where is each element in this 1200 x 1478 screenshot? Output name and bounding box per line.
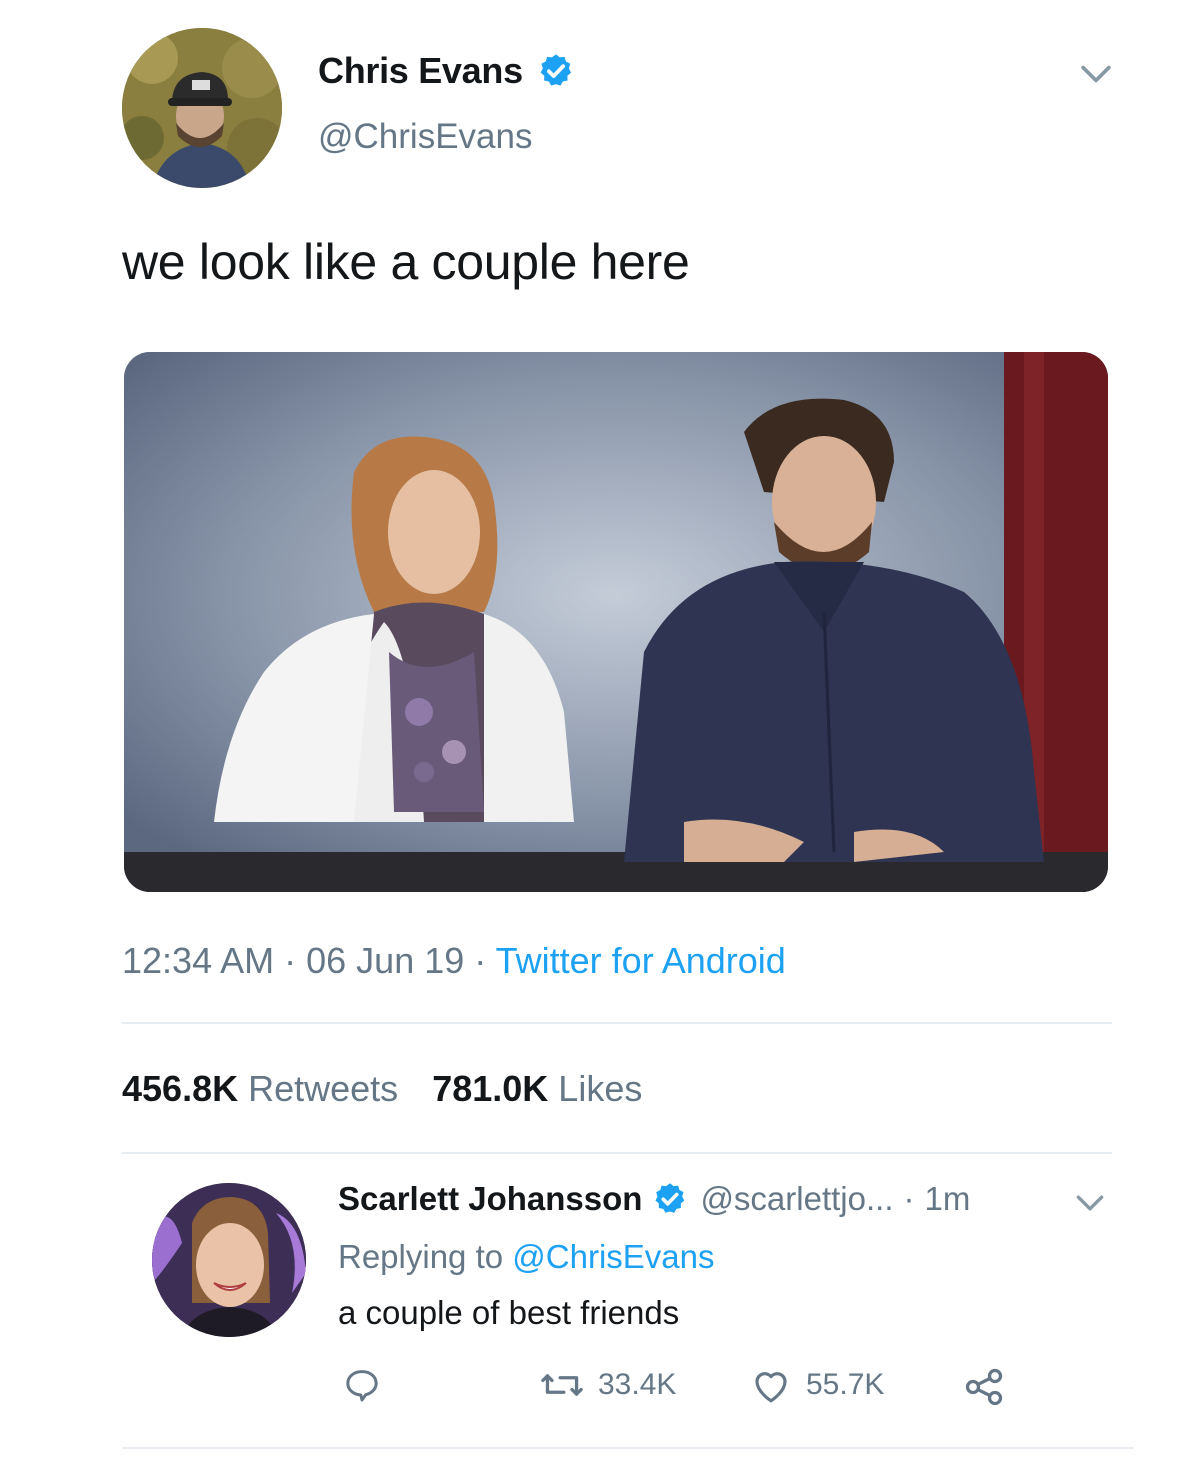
author-avatar[interactable] bbox=[122, 28, 282, 188]
retweets-stat[interactable]: 456.8K Retweets bbox=[122, 1068, 398, 1109]
reply-author-avatar[interactable] bbox=[152, 1183, 306, 1337]
tweet-date: 06 Jun 19 bbox=[306, 940, 465, 981]
verified-badge-icon bbox=[540, 54, 571, 86]
retweet-icon bbox=[541, 1374, 583, 1396]
author-display-name[interactable]: Chris Evans bbox=[318, 50, 523, 92]
tweet-text: we look like a couple here bbox=[122, 234, 690, 290]
retweet-count: 33.4K bbox=[598, 1368, 677, 1401]
reply-time[interactable]: 1m bbox=[925, 1180, 971, 1218]
divider bbox=[122, 1447, 1134, 1449]
author-handle[interactable]: @ChrisEvans bbox=[318, 117, 532, 157]
verified-badge-icon bbox=[655, 1183, 685, 1213]
reply-handle[interactable]: @scarlettjo... bbox=[700, 1180, 893, 1218]
reply-author-avatar-image bbox=[152, 1183, 306, 1337]
replying-to: Replying to @ChrisEvans bbox=[338, 1238, 715, 1276]
likes-label: Likes bbox=[558, 1068, 643, 1109]
heart-icon bbox=[755, 1372, 787, 1403]
reply-icon bbox=[346, 1370, 378, 1402]
likes-stat[interactable]: 781.0K Likes bbox=[432, 1068, 642, 1109]
chevron-down-icon[interactable] bbox=[1070, 1183, 1110, 1223]
reply-action-button[interactable] bbox=[342, 1365, 382, 1405]
tweet-time: 12:34 AM bbox=[122, 940, 275, 981]
reply-separator: · bbox=[903, 1180, 915, 1217]
likes-count: 781.0K bbox=[432, 1068, 549, 1109]
chevron-down-icon[interactable] bbox=[1074, 52, 1118, 96]
like-count: 55.7K bbox=[806, 1368, 885, 1401]
reply-display-name[interactable]: Scarlett Johansson bbox=[338, 1180, 642, 1218]
tweet-photo-image bbox=[124, 352, 1108, 892]
author-name-row: Chris Evans bbox=[318, 50, 575, 92]
tweet-source-link[interactable]: Twitter for Android bbox=[496, 940, 786, 981]
reply-text: a couple of best friends bbox=[338, 1294, 680, 1331]
divider bbox=[122, 1022, 1112, 1024]
meta-separator: · bbox=[474, 940, 487, 981]
reply-header: Scarlett Johansson @scarlettjo... · 1m bbox=[338, 1180, 970, 1218]
retweets-label: Retweets bbox=[248, 1068, 399, 1109]
author-avatar-image bbox=[122, 28, 282, 188]
replying-prefix: Replying to bbox=[338, 1238, 504, 1275]
retweet-action-button[interactable]: 33.4K bbox=[540, 1365, 676, 1405]
tweet-photo[interactable] bbox=[124, 352, 1108, 892]
replying-mention-link[interactable]: @ChrisEvans bbox=[512, 1238, 714, 1275]
share-icon bbox=[965, 1368, 1003, 1406]
tweet-stats: 456.8K Retweets 781.0K Likes bbox=[122, 1068, 642, 1110]
like-action-button[interactable]: 55.7K bbox=[750, 1365, 884, 1405]
tweet-meta: 12:34 AM · 06 Jun 19 · Twitter for Andro… bbox=[122, 940, 786, 982]
retweets-count: 456.8K bbox=[122, 1068, 239, 1109]
share-action-button[interactable] bbox=[962, 1365, 1006, 1409]
meta-separator: · bbox=[284, 940, 297, 981]
divider bbox=[122, 1152, 1112, 1154]
